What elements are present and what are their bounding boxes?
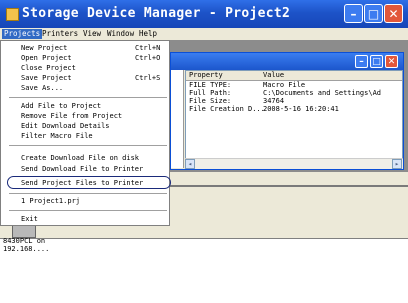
menu-item-send-download-file[interactable]: Send Download File to Printer <box>1 165 169 174</box>
minimize-button[interactable]: – <box>344 4 363 23</box>
menu-item-shortcut: Ctrl+S <box>135 74 161 82</box>
menu-item-label: Filter Macro File <box>21 132 93 140</box>
app-icon <box>6 8 19 21</box>
printer-address: 192.168.... <box>3 245 50 253</box>
menu-item-open-project[interactable]: Open Project Ctrl+O <box>1 54 169 63</box>
child-maximize-button[interactable]: □ <box>370 55 383 68</box>
menu-item-label: Create Download File on disk <box>21 154 140 162</box>
menu-item-label: Exit <box>21 215 38 223</box>
menu-item-remove-file[interactable]: Remove File from Project <box>1 112 169 121</box>
menu-item-label: 1 Project1.prj <box>21 197 81 205</box>
printer-list[interactable] <box>0 238 408 303</box>
project-child-window: – □ ✕ Property Value FILE TYPE: Macro Fi… <box>170 52 404 170</box>
property-value: C:\Documents and Settings\Ad <box>263 89 382 97</box>
scroll-right-icon[interactable]: ▸ <box>392 159 402 169</box>
properties-header: Property Value <box>186 71 402 81</box>
column-property[interactable]: Property <box>189 71 223 80</box>
printer-icon[interactable] <box>12 224 36 238</box>
menu-item-add-file[interactable]: Add File to Project <box>1 102 169 111</box>
property-name: File Creation D... <box>189 105 265 113</box>
menu-item-label: Open Project <box>21 54 72 62</box>
menu-window[interactable]: Window <box>105 29 136 39</box>
menu-item-filter-macro-file[interactable]: Filter Macro File <box>1 132 169 141</box>
close-button[interactable]: ✕ <box>384 4 403 23</box>
property-value: 2008-5-16 16:20:41 <box>263 105 339 113</box>
child-close-button[interactable]: ✕ <box>385 55 398 68</box>
menu-item-label: Close Project <box>21 64 76 72</box>
menu-projects[interactable]: Projects <box>2 29 43 39</box>
column-value[interactable]: Value <box>263 71 284 80</box>
menu-item-label: Send Download File to Printer <box>21 165 144 173</box>
menu-item-label: Add File to Project <box>21 102 102 110</box>
main-window: Storage Device Manager - Project2 – □ ✕ … <box>0 0 408 303</box>
file-tree-pane[interactable] <box>171 70 184 168</box>
horizontal-scrollbar[interactable]: ◂ ▸ <box>185 158 403 169</box>
window-title: Storage Device Manager - Project2 <box>22 6 291 21</box>
menu-item-label: Edit Download Details <box>21 122 110 130</box>
menu-item-shortcut: Ctrl+O <box>135 54 161 62</box>
menu-item-new-project[interactable]: New Project Ctrl+N <box>1 44 169 53</box>
menu-help[interactable]: Help <box>137 29 159 39</box>
menu-item-label: Remove File from Project <box>21 112 123 120</box>
scroll-left-icon[interactable]: ◂ <box>185 159 195 169</box>
menu-item-close-project[interactable]: Close Project <box>1 64 169 73</box>
menu-separator <box>9 145 167 146</box>
menu-item-exit[interactable]: Exit <box>1 215 169 224</box>
maximize-button[interactable]: □ <box>364 4 383 23</box>
menu-separator <box>9 193 167 194</box>
menu-printers[interactable]: Printers <box>40 29 80 39</box>
properties-list[interactable]: Property Value FILE TYPE: Macro File Ful… <box>185 70 403 160</box>
property-name: File Size: <box>189 97 232 105</box>
child-title-bar: – □ ✕ <box>171 53 403 70</box>
menu-item-label: Save Project <box>21 74 72 82</box>
menu-item-shortcut: Ctrl+N <box>135 44 161 52</box>
menu-item-create-download-file[interactable]: Create Download File on disk <box>1 154 169 163</box>
child-minimize-button[interactable]: – <box>355 55 368 68</box>
menu-separator <box>9 97 167 98</box>
printer-label[interactable]: 8430PCL on 192.168.... <box>3 237 49 253</box>
property-value: Macro File <box>263 81 306 89</box>
menu-item-save-as[interactable]: Save As... <box>1 84 169 93</box>
title-bar: Storage Device Manager - Project2 – □ ✕ <box>0 0 408 28</box>
property-value: 34764 <box>263 97 285 105</box>
menu-item-recent-project[interactable]: 1 Project1.prj <box>1 197 169 206</box>
menu-item-label: New Project <box>21 44 68 52</box>
menu-item-label: Save As... <box>21 84 64 92</box>
property-name: Full Path: <box>189 89 232 97</box>
projects-dropdown-menu: New Project Ctrl+N Open Project Ctrl+O C… <box>0 40 170 226</box>
menu-separator <box>9 210 167 211</box>
highlight-annotation <box>7 176 171 189</box>
menu-item-edit-download-details[interactable]: Edit Download Details <box>1 122 169 131</box>
menu-item-save-project[interactable]: Save Project Ctrl+S <box>1 74 169 83</box>
printer-name: 8430PCL on <box>3 237 46 245</box>
property-name: FILE TYPE: <box>189 81 232 89</box>
menu-bar: Projects Printers View Window Help <box>0 28 408 40</box>
menu-view[interactable]: View <box>81 29 103 39</box>
